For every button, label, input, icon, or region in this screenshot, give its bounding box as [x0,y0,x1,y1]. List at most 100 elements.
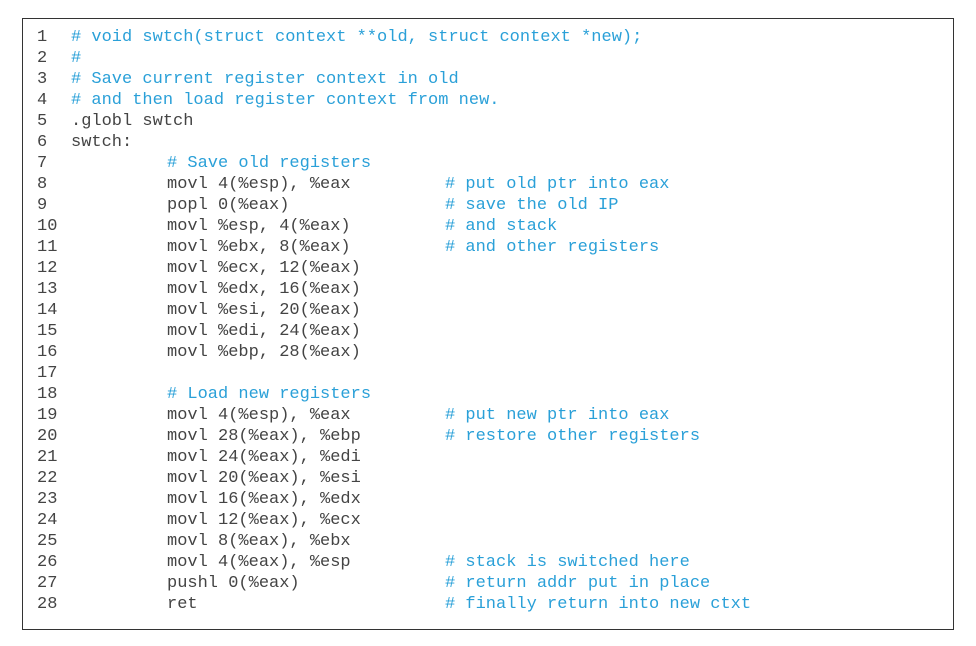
code-line: 21 movl 24(%eax), %edi [37,449,939,470]
code-line: 6swtch: [37,134,939,155]
line-body: popl 0(%eax)# save the old IP [71,197,618,214]
line-body: movl 20(%eax), %esi [71,470,445,487]
line-number: 4 [37,92,71,109]
trailing-comment: # save the old IP [445,196,618,215]
line-number: 10 [37,218,71,235]
line-body: movl 28(%eax), %ebp# restore other regis… [71,428,700,445]
line-body: # [71,50,81,67]
line-number: 20 [37,428,71,445]
line-body: movl 24(%eax), %edi [71,449,445,466]
instruction: movl 12(%eax), %ecx [167,512,445,529]
code-line: 17 [37,365,939,386]
line-body: # Save old registers [71,155,371,172]
line-number: 1 [37,29,71,46]
code-line: 11 movl %ebx, 8(%eax)# and other register… [37,239,939,260]
instruction: ret [167,596,445,613]
code-line: 9popl 0(%eax)# save the old IP [37,197,939,218]
line-number: 7 [37,155,71,172]
instruction: movl 16(%eax), %edx [167,491,445,508]
code-line: 10movl %esp, 4(%eax)# and stack [37,218,939,239]
code-line: 2# [37,50,939,71]
line-body: movl %ebp, 28(%eax) [71,344,445,361]
line-body: movl 4(%eax), %esp# stack is switched he… [71,554,690,571]
code-line: 22 movl 20(%eax), %esi [37,470,939,491]
line-number: 26 [37,554,71,571]
line-number: 6 [37,134,71,151]
code-text: .globl swtch [71,112,193,131]
line-body: movl %esi, 20(%eax) [71,302,445,319]
line-number: 8 [37,176,71,193]
trailing-comment: # and other registers [445,238,659,257]
instruction: movl %ecx, 12(%eax) [167,260,445,277]
line-body: swtch: [71,134,132,151]
instruction: movl 4(%esp), %eax [167,176,445,193]
code-line: 26movl 4(%eax), %esp# stack is switched … [37,554,939,575]
line-number: 12 [37,260,71,277]
instruction: popl 0(%eax) [167,197,445,214]
instruction: movl %esi, 20(%eax) [167,302,445,319]
comment-text: # and then load register context from ne… [71,91,499,110]
line-body: # Load new registers [71,386,371,403]
code-line: 28ret# finally return into new ctxt [37,596,939,617]
line-number: 27 [37,575,71,592]
line-number: 5 [37,113,71,130]
line-number: 19 [37,407,71,424]
line-body: movl %ecx, 12(%eax) [71,260,445,277]
code-line: 13 movl %edx, 16(%eax) [37,281,939,302]
code-line: 7 # Save old registers [37,155,939,176]
instruction: movl 28(%eax), %ebp [167,428,445,445]
line-number: 13 [37,281,71,298]
code-line: 19movl 4(%esp), %eax# put new ptr into e… [37,407,939,428]
trailing-comment: # stack is switched here [445,553,690,572]
line-number: 14 [37,302,71,319]
code-line: 16movl %ebp, 28(%eax) [37,344,939,365]
instruction: movl %edx, 16(%eax) [167,281,445,298]
instruction: movl %ebx, 8(%eax) [167,239,445,256]
code-line: 3# Save current register context in old [37,71,939,92]
instruction: movl %esp, 4(%eax) [167,218,445,235]
line-body: ret# finally return into new ctxt [71,596,751,613]
line-number: 15 [37,323,71,340]
instruction: pushl 0(%eax) [167,575,445,592]
comment-text: # void swtch(struct context **old, struc… [71,28,642,47]
line-number: 11 [37,239,71,256]
code-line: 23movl 16(%eax), %edx [37,491,939,512]
line-number: 17 [37,365,71,382]
code-listing: 1# void swtch(struct context **old, stru… [22,18,954,630]
trailing-comment: # put old ptr into eax [445,175,669,194]
trailing-comment: # return addr put in place [445,574,710,593]
line-body: movl 12(%eax), %ecx [71,512,445,529]
line-body: movl 4(%esp), %eax# put old ptr into eax [71,176,669,193]
line-body: movl 8(%eax), %ebx [71,533,445,550]
code-line: 20movl 28(%eax), %ebp# restore other reg… [37,428,939,449]
trailing-comment: # and stack [445,217,557,236]
line-body: movl %esp, 4(%eax)# and stack [71,218,557,235]
comment-text: # Save current register context in old [71,70,459,89]
instruction: movl 4(%eax), %esp [167,554,445,571]
line-number: 18 [37,386,71,403]
line-number: 22 [37,470,71,487]
code-line: 25 movl 8(%eax), %ebx [37,533,939,554]
line-number: 21 [37,449,71,466]
line-body: .globl swtch [71,113,193,130]
line-body: # Save current register context in old [71,71,459,88]
line-body: movl %edx, 16(%eax) [71,281,445,298]
line-number: 9 [37,197,71,214]
instruction: movl 8(%eax), %ebx [167,533,445,550]
instruction: movl 24(%eax), %edi [167,449,445,466]
trailing-comment: # put new ptr into eax [445,406,669,425]
code-text: swtch: [71,133,132,152]
code-line: 27 pushl 0(%eax)# return addr put in plac… [37,575,939,596]
line-body: movl %edi, 24(%eax) [71,323,445,340]
code-line: 18 # Load new registers [37,386,939,407]
comment-text: # [71,49,81,68]
comment-text: # Load new registers [167,385,371,404]
line-number: 28 [37,596,71,613]
page: 1# void swtch(struct context **old, stru… [0,0,976,646]
instruction: movl 20(%eax), %esi [167,470,445,487]
line-number: 25 [37,533,71,550]
code-line: 15movl %edi, 24(%eax) [37,323,939,344]
comment-text: # Save old registers [167,154,371,173]
trailing-comment: # restore other registers [445,427,700,446]
instruction: movl %ebp, 28(%eax) [167,344,445,361]
